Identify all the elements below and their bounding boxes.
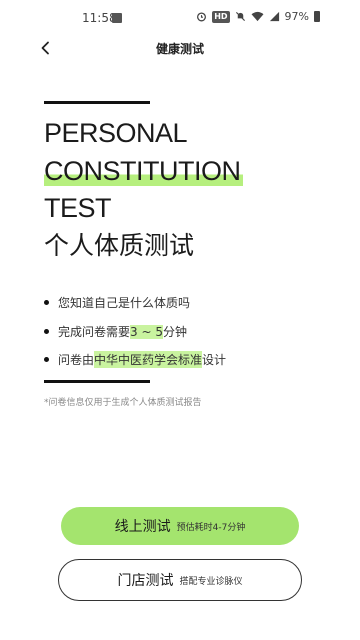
bullet-item: 完成问卷需要 3 ~ 5 分钟 bbox=[44, 323, 187, 340]
bullet-text-pre: 完成问卷需要 bbox=[58, 325, 131, 339]
online-test-label: 线上测试 bbox=[114, 519, 171, 535]
bullet-text-pre: 问卷由 bbox=[58, 353, 95, 367]
bullet-item: 您知道自己是什么体质吗 bbox=[44, 294, 190, 311]
disclaimer-text: *问卷信息仅用于生成个人体质测试报告 bbox=[44, 398, 202, 408]
wifi-icon bbox=[251, 11, 264, 22]
gallery-icon bbox=[112, 13, 122, 23]
top-divider bbox=[44, 101, 150, 104]
bullet-highlight: 3 ~ 5 bbox=[130, 324, 163, 339]
battery-text: 97% bbox=[284, 10, 309, 23]
store-test-label: 门店测试 bbox=[117, 573, 174, 589]
app-header: 健康测试 bbox=[0, 34, 360, 62]
hero-highlight: CONSTITUTION bbox=[44, 156, 243, 186]
store-test-subtitle: 搭配专业诊脉仪 bbox=[179, 576, 243, 587]
bullet-dot bbox=[44, 329, 49, 334]
online-test-subtitle: 预估耗时4-7分钟 bbox=[176, 522, 246, 533]
page-title: 健康测试 bbox=[155, 42, 204, 56]
hero-cn-title: 个人体质测试 bbox=[44, 231, 195, 260]
screen: 11:58 HD 97% 健康测试 PERSONAL CONSTITUTION … bbox=[0, 0, 360, 640]
bullet-dot bbox=[44, 357, 49, 362]
bullet-item: 问卷由 中华中医药学会标准 设计 bbox=[44, 351, 226, 368]
bullet-text-post: 分钟 bbox=[162, 325, 187, 339]
mute-icon bbox=[235, 11, 245, 22]
online-test-button[interactable]: 线上测试 预估耗时4-7分钟 bbox=[61, 507, 299, 545]
status-bar: 11:58 HD 97% bbox=[0, 0, 360, 38]
alarm-icon bbox=[197, 12, 207, 22]
hero-line-personal: PERSONAL bbox=[44, 118, 188, 148]
hero-line-constitution: CONSTITUTION bbox=[44, 156, 243, 186]
bullet-highlight: 中华中医药学会标准 bbox=[94, 351, 203, 368]
bottom-divider bbox=[44, 380, 150, 383]
store-test-button[interactable]: 门店测试 搭配专业诊脉仪 bbox=[58, 559, 302, 601]
status-icons: HD 97% bbox=[196, 10, 320, 23]
bullet-text: 您知道自己是什么体质吗 bbox=[58, 296, 191, 310]
hero-line-test: TEST bbox=[44, 193, 112, 223]
bullet-text-post: 设计 bbox=[202, 353, 227, 367]
hd-badge: HD bbox=[212, 10, 230, 23]
battery-icon bbox=[314, 11, 320, 22]
signal-icon bbox=[269, 11, 279, 22]
bullet-dot bbox=[44, 300, 49, 305]
